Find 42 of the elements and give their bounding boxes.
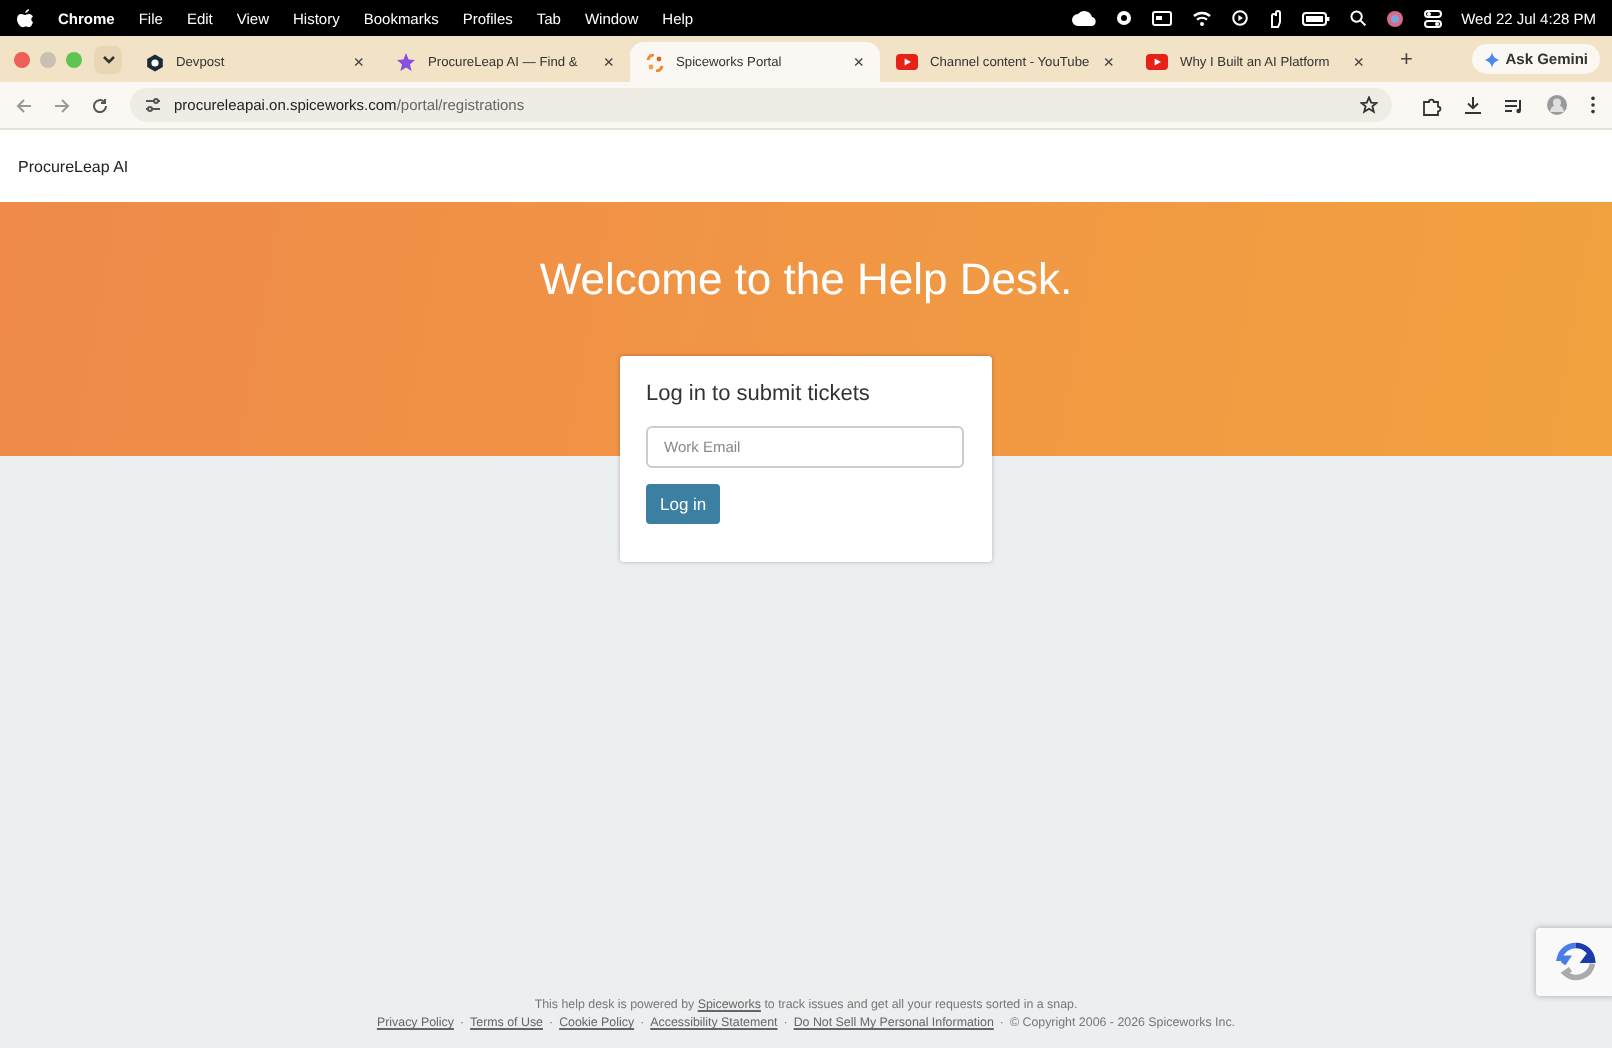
circle-icon[interactable] <box>1115 10 1132 26</box>
apple-icon[interactable] <box>16 8 34 28</box>
back-arrow-icon[interactable] <box>16 97 32 113</box>
search-icon[interactable] <box>1349 10 1366 26</box>
recaptcha-badge[interactable] <box>1536 928 1612 996</box>
hero-title: Welcome to the Help Desk. <box>539 254 1073 306</box>
media-queue-icon[interactable] <box>1504 97 1524 113</box>
play-logo-icon <box>1146 54 1168 70</box>
tab-close-button[interactable]: × <box>353 52 364 72</box>
profile-avatar-icon[interactable] <box>1546 94 1568 116</box>
site-settings-icon <box>144 96 162 114</box>
control-center-icon[interactable] <box>1423 9 1442 27</box>
cloud-icon[interactable] <box>1071 10 1096 26</box>
site-name[interactable]: ProcureLeap AI <box>18 157 129 175</box>
hexagon-logo-icon <box>146 53 164 71</box>
sparkle-icon <box>1483 51 1500 67</box>
tab-close-button[interactable]: × <box>853 52 864 72</box>
play-logo-icon <box>896 54 918 70</box>
recaptcha-logo-icon <box>1554 940 1598 984</box>
forward-arrow-icon[interactable] <box>54 97 70 113</box>
play-icon[interactable] <box>1231 10 1248 26</box>
profile-dot-icon[interactable] <box>1385 9 1404 27</box>
chevron-down-icon <box>101 54 115 64</box>
card-title: Log in to submit tickets <box>646 382 870 406</box>
card-icon[interactable] <box>1151 10 1172 26</box>
hand-icon[interactable] <box>1267 9 1282 27</box>
bookmark-star-icon[interactable] <box>1360 96 1378 114</box>
login-button[interactable]: Log in <box>646 484 721 524</box>
download-icon[interactable] <box>1464 96 1482 114</box>
spiceworks-logo-icon <box>646 53 664 71</box>
window-close-button[interactable] <box>14 51 30 67</box>
tab-close-button[interactable]: × <box>1103 52 1114 72</box>
reload-icon[interactable] <box>92 97 108 113</box>
wifi-icon[interactable] <box>1191 10 1212 26</box>
new-tab-button[interactable]: + <box>1400 47 1413 71</box>
battery-icon[interactable] <box>1301 11 1330 25</box>
tab-search-button[interactable] <box>94 45 122 73</box>
star-logo-icon <box>396 52 416 72</box>
more-menu-icon[interactable] <box>1590 96 1596 114</box>
tab-close-button[interactable]: × <box>603 52 614 72</box>
tab-close-button[interactable]: × <box>1353 52 1364 72</box>
puzzle-icon[interactable] <box>1422 95 1442 115</box>
